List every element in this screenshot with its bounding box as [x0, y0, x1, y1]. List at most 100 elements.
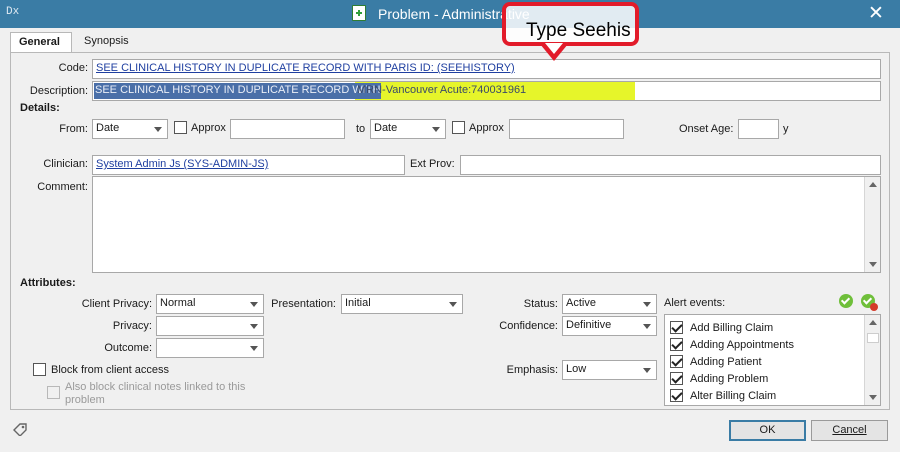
confidence-label: Confidence: [499, 320, 558, 332]
list-item[interactable]: Adding Patient [670, 354, 860, 370]
confidence-value: Definitive [566, 319, 612, 331]
cancel-button-label: Cancel [832, 424, 867, 436]
outcome-label: Outcome: [104, 342, 152, 354]
approx-checkbox[interactable] [174, 121, 187, 134]
alert-events-scrollbar[interactable] [864, 315, 880, 405]
onset-age-input[interactable] [738, 119, 779, 139]
alert-event-checkbox[interactable] [670, 389, 683, 402]
status-select[interactable]: Active [562, 294, 657, 314]
from-date-input[interactable] [230, 119, 345, 139]
close-icon[interactable]: ✕ [866, 2, 886, 25]
details-header: Details: [20, 102, 60, 114]
block-client-label: Block from client access [51, 364, 169, 376]
title-bar: Dx Problem - Administrative ✕ [0, 0, 900, 28]
alert-events-label: Alert events: [664, 297, 726, 309]
scroll-down-icon[interactable] [869, 395, 877, 400]
status-label: Status: [523, 298, 558, 310]
annotation-text: Type Seehis [526, 20, 631, 41]
problem-add-icon [352, 5, 366, 21]
attributes-header: Attributes: [20, 277, 76, 289]
onset-age-unit: y [783, 123, 789, 135]
privacy-label: Privacy: [112, 320, 152, 332]
comment-scrollbar[interactable] [864, 177, 880, 272]
chevron-down-icon [643, 324, 651, 329]
description-selected-text: SEE CLINICAL HISTORY IN DUPLICATE RECORD… [94, 83, 382, 99]
scroll-up-icon[interactable] [869, 320, 877, 325]
alert-event-label: Adding Patient [690, 356, 762, 368]
code-label: Code: [58, 62, 88, 74]
status-value: Active [566, 297, 596, 309]
presentation-select[interactable]: Initial [341, 294, 463, 314]
description-label: Description: [29, 85, 88, 97]
check-all-icon[interactable] [839, 294, 853, 308]
ext-prov-label: Ext Prov: [410, 158, 455, 170]
alert-event-checkbox[interactable] [670, 372, 683, 385]
tab-general[interactable]: General [10, 32, 72, 53]
description-field[interactable]: SEE CLINICAL HISTORY IN DUPLICATE RECORD… [92, 81, 881, 101]
chevron-down-icon [432, 127, 440, 132]
chevron-down-icon [643, 302, 651, 307]
outcome-select[interactable] [156, 338, 264, 358]
block-client-checkbox[interactable] [33, 363, 46, 376]
tag-icon[interactable] [12, 422, 28, 436]
client-privacy-select[interactable]: Normal [156, 294, 264, 314]
scroll-thumb[interactable] [867, 333, 879, 343]
clinician-label: Clinician: [43, 158, 88, 170]
client-privacy-value: Normal [160, 297, 196, 309]
emphasis-select[interactable]: Low [562, 360, 657, 380]
chevron-down-icon [250, 302, 258, 307]
scroll-up-icon[interactable] [869, 182, 877, 187]
app-icon: Dx [6, 6, 20, 18]
code-field[interactable]: SEE CLINICAL HISTORY IN DUPLICATE RECORD… [92, 59, 881, 79]
presentation-label: Presentation: [271, 298, 336, 310]
list-item[interactable]: Add Billing Claim [670, 320, 860, 336]
to-label: to [356, 123, 366, 135]
chevron-down-icon [154, 127, 162, 132]
cancel-button[interactable]: Cancel [811, 420, 888, 441]
annotation-callout-tail-inner [545, 43, 563, 54]
alert-event-label: Adding Appointments [690, 339, 794, 351]
list-item[interactable]: Adding Problem [670, 371, 860, 387]
from-label: From: [59, 123, 88, 135]
code-value[interactable]: SEE CLINICAL HISTORY IN DUPLICATE RECORD… [96, 62, 515, 74]
from-type-select[interactable]: Date [92, 119, 168, 139]
to-date-input[interactable] [509, 119, 624, 139]
alert-event-checkbox[interactable] [670, 321, 683, 334]
approx2-label: Approx [469, 122, 504, 134]
also-block-checkbox[interactable] [47, 386, 60, 399]
description-highlight-text: MRN-Vancouver Acute:740031961 [357, 84, 527, 96]
alert-event-label: Alter Billing Claim [690, 390, 777, 402]
chevron-down-icon [250, 346, 258, 351]
onset-age-label: Onset Age: [679, 123, 734, 135]
privacy-select[interactable] [156, 316, 264, 336]
confidence-select[interactable]: Definitive [562, 316, 657, 336]
ok-button[interactable]: OK [729, 420, 806, 441]
approx-label: Approx [191, 122, 226, 134]
clinician-value[interactable]: System Admin Js (SYS-ADMIN-JS) [96, 158, 268, 170]
remove-badge-icon [870, 303, 878, 311]
also-block-label-line2: problem [65, 394, 105, 406]
chevron-down-icon [643, 368, 651, 373]
uncheck-all-icon[interactable] [861, 294, 878, 311]
to-type-value: Date [374, 122, 398, 134]
to-type-select[interactable]: Date [370, 119, 446, 139]
presentation-value: Initial [345, 297, 371, 309]
chevron-down-icon [449, 302, 457, 307]
comment-textarea[interactable] [92, 176, 881, 273]
ext-prov-input[interactable] [460, 155, 881, 175]
client-privacy-label: Client Privacy: [81, 298, 152, 310]
chevron-down-icon [250, 324, 258, 329]
alert-event-checkbox[interactable] [670, 338, 683, 351]
approx2-checkbox[interactable] [452, 121, 465, 134]
also-block-label-line1: Also block clinical notes linked to this [65, 381, 246, 393]
comment-label: Comment: [37, 181, 88, 193]
clinician-field[interactable]: System Admin Js (SYS-ADMIN-JS) [92, 155, 405, 175]
alert-event-label: Adding Problem [690, 373, 769, 385]
alert-event-checkbox[interactable] [670, 355, 683, 368]
tab-synopsis[interactable]: Synopsis [76, 32, 138, 52]
list-item[interactable]: Alter Billing Claim [670, 388, 860, 404]
from-type-value: Date [96, 122, 120, 134]
scroll-down-icon[interactable] [869, 262, 877, 267]
list-item[interactable]: Adding Appointments [670, 337, 860, 353]
emphasis-value: Low [566, 363, 587, 375]
